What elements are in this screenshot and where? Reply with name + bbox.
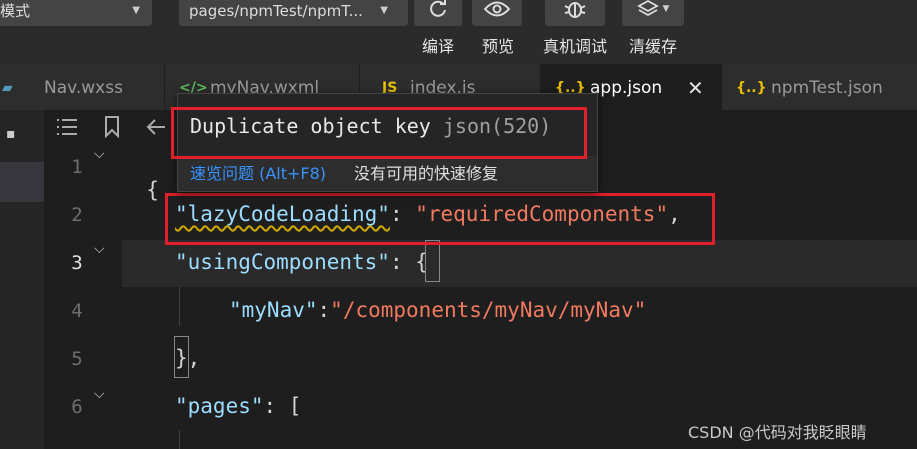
- page-dropdown-value: pages/npmTest/npmT...: [189, 2, 363, 20]
- list-icon[interactable]: [56, 118, 78, 136]
- bracket-match-highlight: [425, 240, 440, 282]
- line-number: 6: [71, 396, 83, 418]
- highlight-box-diagnostic: [171, 107, 587, 159]
- layers-icon: [636, 0, 659, 17]
- arrow-left-icon[interactable]: [146, 118, 166, 136]
- line-number: 2: [71, 204, 83, 226]
- code-line-6[interactable]: "pages": [: [175, 394, 301, 418]
- line-number-current: 3: [71, 252, 83, 274]
- compile-label: 编译: [421, 37, 454, 56]
- tab-npmtest-json[interactable]: {..} npmTest.json: [722, 64, 917, 110]
- mode-dropdown-value: 模式: [0, 2, 31, 20]
- code-colon: : [: [263, 394, 302, 418]
- explorer-selected-row[interactable]: [0, 162, 44, 202]
- code-key: "myNav": [229, 298, 318, 322]
- fold-chevron-icon[interactable]: ⌵: [94, 386, 105, 402]
- refresh-icon: [430, 0, 446, 17]
- code-line-4[interactable]: "myNav":"/components/myNav/myNav": [229, 298, 646, 322]
- close-icon[interactable]: ✕: [687, 64, 704, 110]
- css-file-icon: ▰: [2, 80, 13, 96]
- fold-chevron-icon[interactable]: ⌵: [94, 146, 105, 162]
- hover-actions-bar: 速览问题 (Alt+F8) 没有可用的快速修复: [178, 156, 597, 191]
- code-key: "usingComponents": [175, 250, 390, 274]
- clear-cache-label: 清缓存: [628, 37, 677, 56]
- peek-problem-label: 速览问题: [190, 164, 255, 183]
- clear-cache-button[interactable]: ▼: [622, 0, 684, 26]
- line-number: 1: [71, 156, 83, 178]
- peek-problem-shortcut: (Alt+F8): [259, 164, 327, 183]
- explorer-collapse-icon[interactable]: ▪: [6, 126, 16, 142]
- tab-label: npmTest.json: [771, 78, 883, 98]
- code-line-1[interactable]: {: [121, 154, 159, 202]
- compile-button[interactable]: [414, 0, 462, 26]
- code-line-3[interactable]: "usingComponents": {: [175, 250, 428, 274]
- caret-down-icon: ▼: [380, 5, 388, 16]
- remote-debug-button[interactable]: [545, 0, 605, 26]
- mode-dropdown[interactable]: 模式 ▼: [0, 0, 152, 26]
- page-dropdown[interactable]: pages/npmTest/npmT... ▼: [179, 0, 408, 26]
- remote-debug-label: 真机调试: [542, 37, 607, 56]
- code-string-value: "/components/myNav/myNav": [330, 298, 647, 322]
- code-colon: :: [389, 250, 416, 274]
- preview-label: 预览: [481, 37, 514, 56]
- line-number: 4: [71, 300, 83, 322]
- indent-guide: [179, 286, 180, 326]
- tab-nav-wxss[interactable]: ▰ Nav.wxss: [0, 64, 165, 110]
- watermark: CSDN @代码对我眨眼睛: [688, 423, 867, 442]
- peek-problem-link[interactable]: 速览问题 (Alt+F8): [190, 156, 326, 191]
- bug-icon: [564, 2, 586, 18]
- no-quick-fix-label: 没有可用的快速修复: [354, 164, 499, 183]
- caret-down-icon: ▼: [662, 4, 670, 14]
- eye-icon: [484, 1, 510, 17]
- code-brace: {: [146, 178, 159, 202]
- line-number: 5: [71, 348, 83, 370]
- caret-down-icon: ▼: [132, 5, 140, 16]
- tab-label: app.json: [590, 78, 663, 98]
- indent-guide: [179, 430, 180, 449]
- json-file-icon: {..}: [736, 80, 767, 96]
- toolbar: 模式 ▼ pages/npmTest/npmT... ▼ ▼ 编译 预览 真机调…: [0, 0, 917, 64]
- fold-chevron-icon[interactable]: ⌵: [94, 241, 105, 257]
- explorer-panel: ▪: [0, 110, 44, 449]
- bookmark-icon[interactable]: [104, 116, 120, 138]
- highlight-box-code-line: [165, 193, 715, 245]
- code-key: "pages": [175, 394, 264, 418]
- tab-label: Nav.wxss: [44, 78, 123, 98]
- bracket-match-highlight: [174, 336, 189, 378]
- code-colon: :: [317, 298, 331, 322]
- preview-button[interactable]: [472, 0, 522, 26]
